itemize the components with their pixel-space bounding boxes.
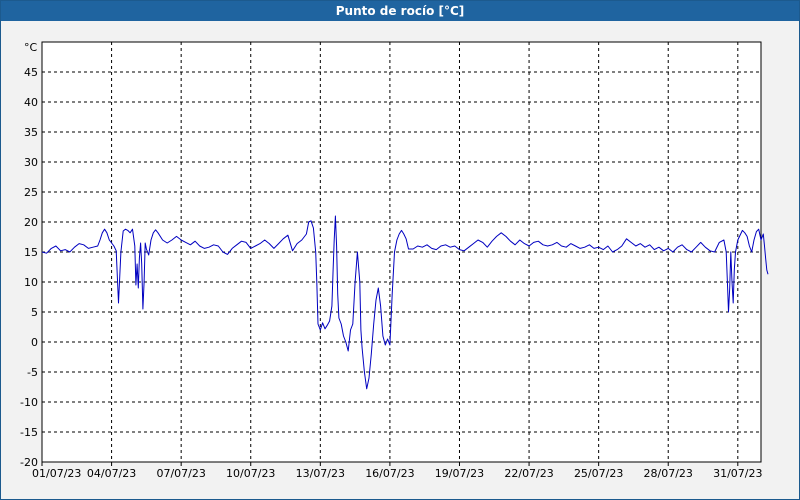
window-title: Punto de rocío [°C] <box>1 1 799 21</box>
y-tick-label: 25 <box>24 186 38 199</box>
x-tick-label: 31/07/23 <box>713 467 762 480</box>
y-tick-label: 20 <box>24 216 38 229</box>
y-tick-label: 45 <box>24 66 38 79</box>
chart-window: Punto de rocío [°C] -20 -15 -10 -5 0 5 10 15 20 2… <box>0 0 800 500</box>
y-tick-label: 15 <box>24 246 38 259</box>
y-tick-label: 40 <box>24 96 38 109</box>
y-tick-label: 35 <box>24 126 38 139</box>
x-tick-label: 16/07/23 <box>365 467 414 480</box>
y-tick-label: 10 <box>24 276 38 289</box>
y-tick-label: -5 <box>27 366 38 379</box>
x-tick-label: 04/07/23 <box>87 467 136 480</box>
x-tick-label: 19/07/23 <box>435 467 484 480</box>
y-tick-label: 30 <box>24 156 38 169</box>
y-tick-label: -10 <box>20 396 38 409</box>
y-axis-unit-label: °C <box>24 41 38 54</box>
y-tick-label: -15 <box>20 426 38 439</box>
x-axis-ticks: 01/07/23 04/07/23 07/07/23 10/07/23 13/07/23… <box>32 462 763 480</box>
x-tick-label: 13/07/23 <box>296 467 345 480</box>
x-tick-label: 10/07/23 <box>226 467 275 480</box>
y-axis-ticks: -20-15-10-5051015202530354045 <box>20 66 38 469</box>
x-tick-label: 01/07/23 <box>32 467 81 480</box>
y-tick-label: 5 <box>31 306 38 319</box>
x-tick-label: 28/07/23 <box>644 467 693 480</box>
x-tick-label: 25/07/23 <box>574 467 623 480</box>
dewpoint-chart: -20-15-10-5051015202530354045 01/07/23 04… <box>20 41 769 480</box>
plot-area <box>41 41 762 463</box>
x-tick-label: 07/07/23 <box>156 467 205 480</box>
x-tick-label: 22/07/23 <box>504 467 553 480</box>
y-tick-label: 0 <box>31 336 38 349</box>
